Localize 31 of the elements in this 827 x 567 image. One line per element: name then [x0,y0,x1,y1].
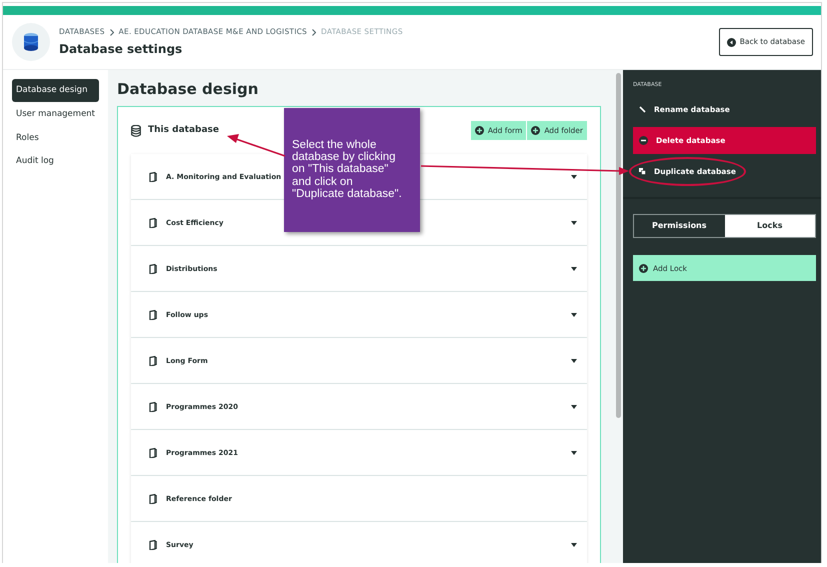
sidebar-item[interactable]: Audit log [12,150,99,173]
plus-icon [531,126,540,136]
chevron-icon [110,28,114,36]
minus-icon [639,136,648,146]
database-icon [131,124,141,137]
page-title: Database settings [59,40,184,58]
folder-icon [149,264,157,274]
database-icon [24,33,38,51]
sidebar-item[interactable]: Database design [12,79,99,102]
callout-note: Select the whole database by clicking on "This database" and click on "Duplicate database". [284,108,420,232]
folder-icon [149,172,157,182]
pencil-icon [639,106,646,114]
section-heading: Database design [117,80,260,98]
plus-icon [474,126,484,136]
folder-icon [149,448,157,458]
chevron-icon [312,28,316,36]
folder-icon [149,402,157,412]
folder-icon [149,218,157,228]
sidebar-item[interactable]: User management [12,102,99,126]
folder-icon [149,494,157,504]
scrollbar-thumb[interactable] [616,73,620,418]
annotation-arrow [227,134,286,157]
database-root-link[interactable]: This database [148,124,219,138]
plus-icon [639,264,648,273]
folder-icon [149,356,157,366]
copy-icon [639,168,646,176]
folder-icon [149,310,157,320]
sidebar-item[interactable]: Roles [12,126,99,150]
folder-icon [149,540,157,550]
tab[interactable]: Locks [724,215,815,238]
back-icon [726,38,736,46]
